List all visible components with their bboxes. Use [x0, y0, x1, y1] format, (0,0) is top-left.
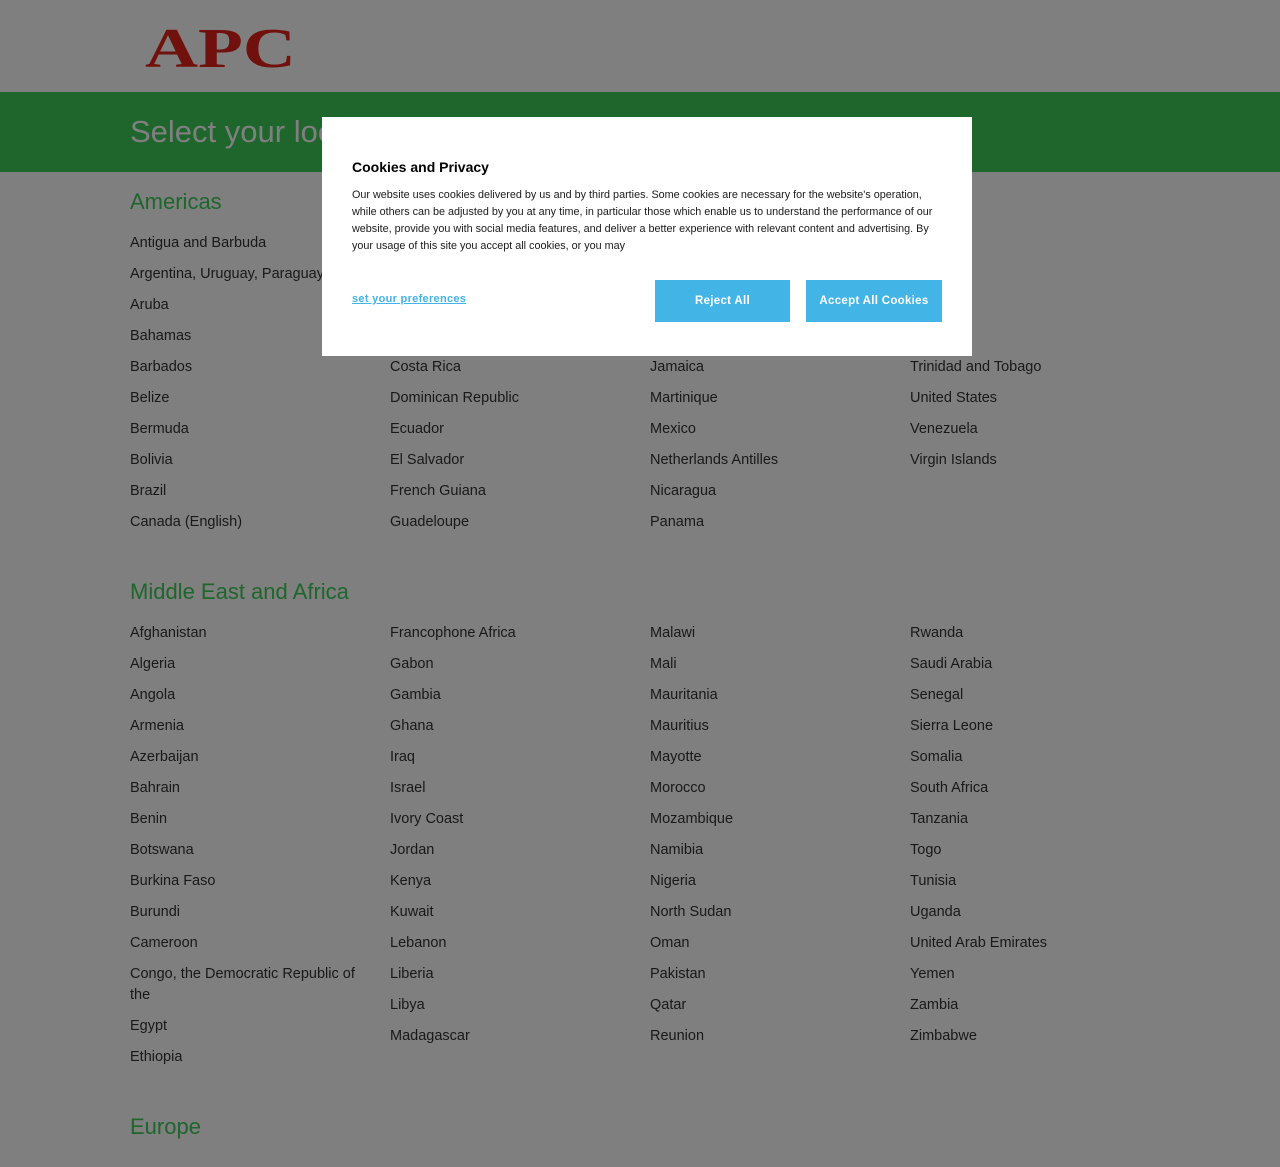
cookie-dialog-title: Cookies and Privacy — [352, 159, 489, 175]
cookie-overlay: Cookies and Privacy Our website uses coo… — [0, 0, 1280, 1167]
accept-all-cookies-button[interactable]: Accept All Cookies — [806, 280, 942, 322]
set-preferences-link[interactable]: set your preferences — [352, 293, 466, 305]
cookie-dialog-text: Our website uses cookies delivered by us… — [352, 189, 933, 252]
cookie-dialog: Cookies and Privacy Our website uses coo… — [322, 117, 972, 356]
reject-all-button[interactable]: Reject All — [655, 280, 790, 322]
